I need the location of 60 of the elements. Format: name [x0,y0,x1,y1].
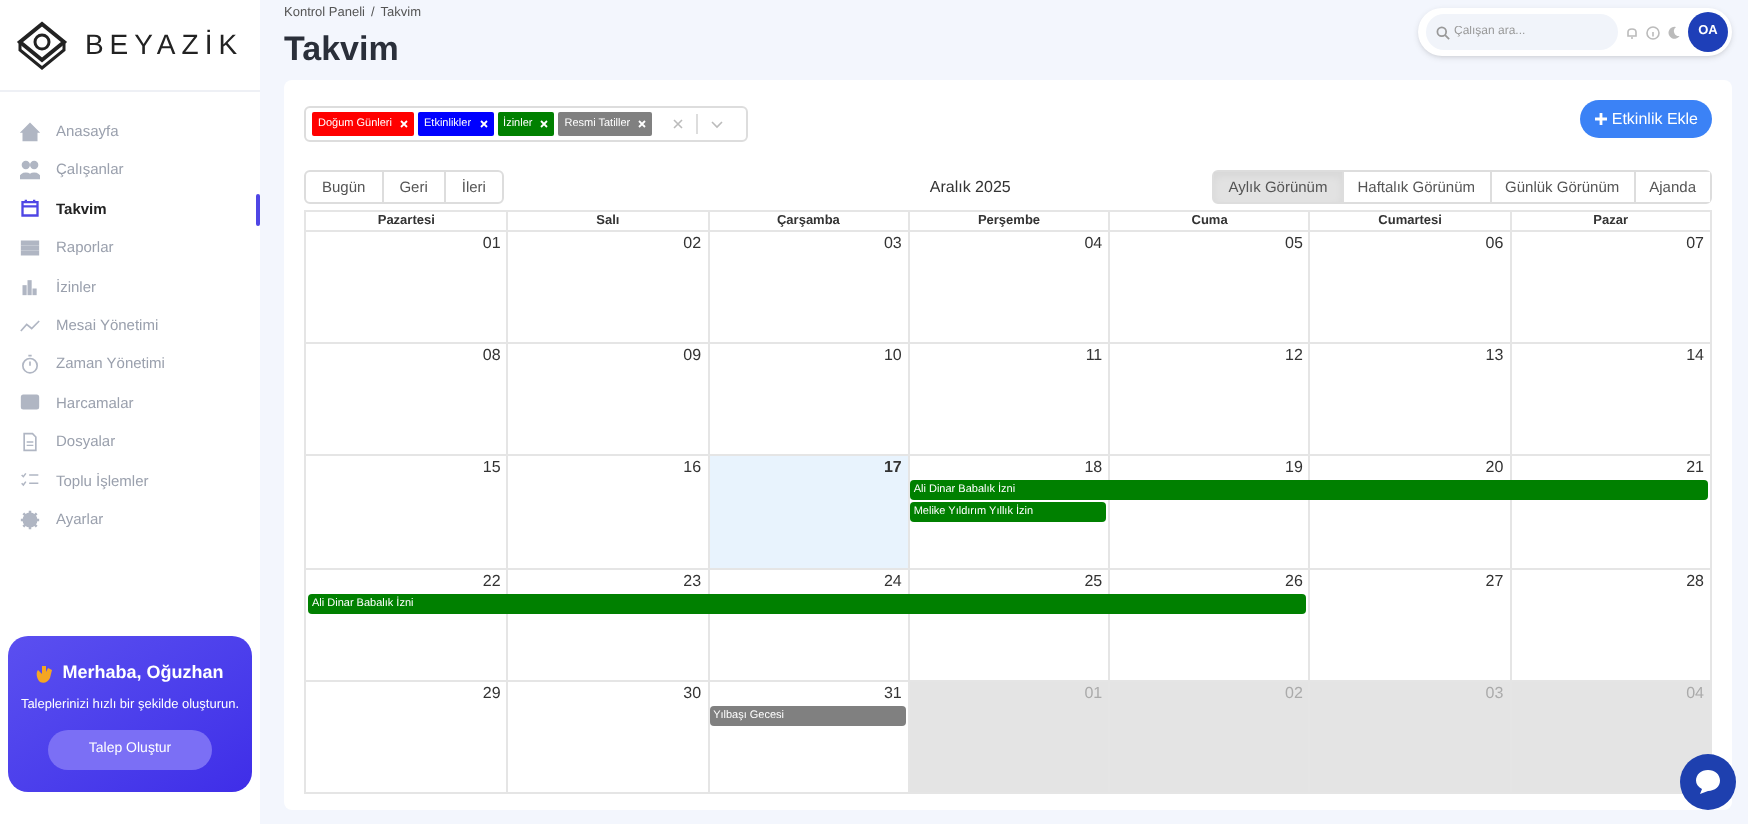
page-title: Takvim [284,27,401,72]
chat-bubble-icon [1694,768,1722,796]
remove-icon[interactable] [400,120,408,128]
day-number: 09 [683,346,702,367]
day-number: 04 [1686,683,1704,704]
logo-icon [16,19,69,71]
day-number: 26 [1285,571,1303,592]
day-number: 06 [1485,234,1504,254]
document-icon [20,431,40,452]
day-number: 19 [1285,458,1303,479]
remove-icon[interactable] [638,120,647,128]
day-number: 18 [1084,458,1103,479]
day-number: 03 [1485,683,1504,704]
trend-line-icon [20,315,40,336]
calendar-icon [20,198,40,219]
bar-chart-icon [20,276,40,297]
home-icon [20,121,40,142]
greeting-title: Merhaba, Oğuzhan [62,660,224,686]
day-number: 02 [1285,683,1303,704]
day-number: 01 [482,234,501,254]
day-number: 03 [883,234,902,254]
active-indicator [256,193,260,226]
day-number: 20 [1485,458,1504,479]
users-icon [20,160,40,181]
day-number: 25 [1084,571,1103,592]
day-number: 28 [1686,571,1704,592]
day-number: 23 [683,571,702,592]
day-number: 22 [482,571,501,592]
day-number: 01 [1084,683,1103,704]
list-icon [20,237,40,258]
day-number: 27 [1485,571,1504,592]
add-event-button[interactable]: Etkinlik Ekle [1579,100,1712,138]
day-number: 13 [1485,346,1504,367]
day-number: 10 [883,346,902,367]
brand-name: BEYAZİK [84,26,244,64]
remove-icon[interactable] [540,120,549,128]
day-number: 12 [1285,346,1303,367]
day-number: 29 [482,683,501,704]
waving-hand-icon [36,663,55,684]
gear-icon [20,509,40,530]
day-number: 04 [1084,234,1103,254]
day-number: 21 [1686,458,1704,479]
stopwatch-icon [20,354,40,375]
month-label: Aralık 2025 [929,175,1011,199]
day-number: 16 [683,458,702,479]
day-number: 31 [883,683,902,704]
remove-icon[interactable] [479,120,488,128]
plus-icon [1593,112,1608,126]
day-number: 02 [683,234,702,254]
day-number: 30 [683,683,702,704]
day-number: 11 [1085,346,1103,367]
day-number: 24 [883,571,902,592]
day-number: 08 [482,346,501,367]
search-icon [1436,25,1450,39]
day-number: 05 [1285,234,1303,254]
day-number: 14 [1686,346,1704,367]
day-number: 15 [482,458,501,479]
checklist-icon [20,470,40,491]
day-number: 17 [883,458,902,479]
day-number: 07 [1686,234,1704,254]
